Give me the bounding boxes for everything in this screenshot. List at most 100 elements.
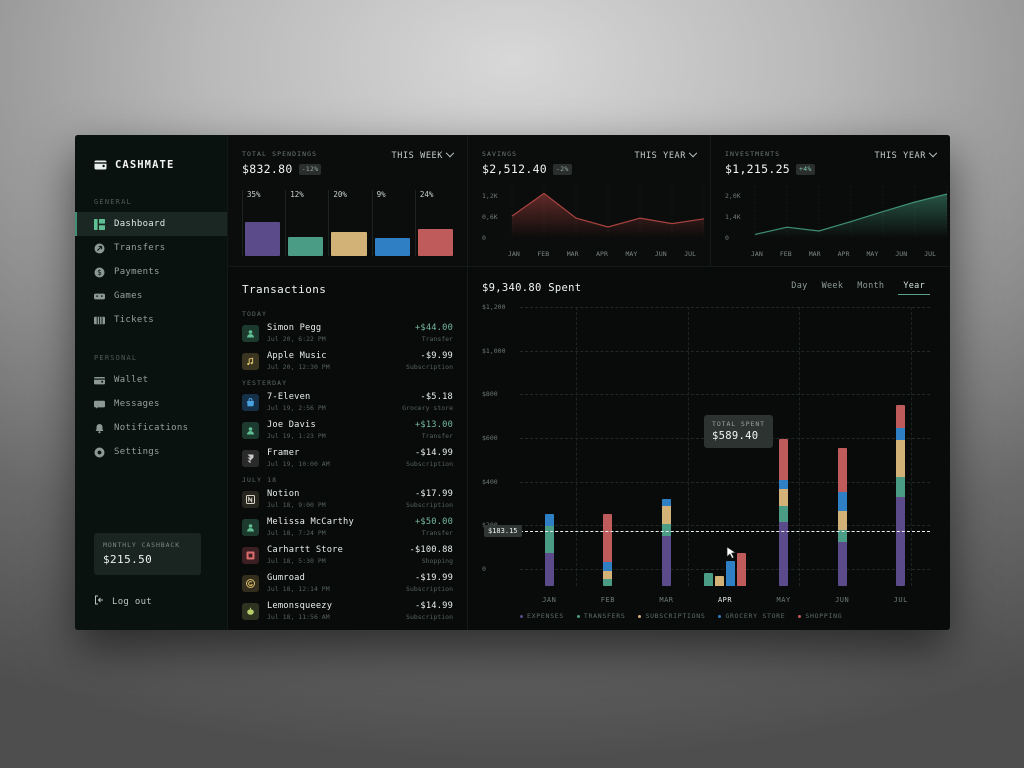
games-icon [94,291,105,302]
transactions-group-label: JULY 18 [242,476,278,484]
transaction-row[interactable]: Notion Jul 18, 9:00 PM -$17.99 Subscript… [242,489,453,509]
tab-day[interactable]: Day [791,281,807,295]
bar-group-jan[interactable] [520,307,579,586]
sidebar-nav-personal: Wallet Messages Notifications Settings [75,368,227,464]
transaction-date: Jul 18, 12:14 PM [267,585,330,593]
transaction-row[interactable]: Gumroad Jul 18, 12:14 PM -$19.99 Subscri… [242,573,453,593]
stacked-bar[interactable] [603,514,613,586]
transaction-row[interactable]: Lemonsqueezy Jul 18, 11:56 AM -$14.99 Su… [242,601,453,621]
spendings-bar [331,231,367,256]
bar-segment-transfers [544,525,554,553]
mini-y-tick: 0 [725,234,729,242]
sidebar-item-payments[interactable]: $ Payments [75,260,227,284]
brand: CASHMATE [75,135,227,174]
stacked-bar[interactable] [544,514,554,586]
sidebar-item-notifications[interactable]: Notifications [75,416,227,440]
investments-area-chart: 0 1,4K 2,0K JAN FEB MAR APR MAY JUN JUL [725,186,948,258]
investments-period-selector[interactable]: THIS YEAR [875,148,938,161]
savings-value: $2,512.40 [482,162,548,176]
transaction-row[interactable]: Simon Pegg Jul 20, 6:22 PM +$44.00 Trans… [242,323,453,343]
x-axis-tick: FEB [600,596,615,604]
bar-segment-grocery-store [603,562,613,572]
bar-group-mar[interactable] [637,307,696,586]
transaction-amount: -$14.99 [414,601,453,611]
transactions-list[interactable]: TODAY Simon Pegg Jul 20, 6:22 PM +$44.00… [228,302,467,630]
y-axis-tick: $1,000 [482,346,506,355]
dashboard-window: CASHMATE GENERAL Dashboard Transfers $ P… [75,135,950,630]
logout-button[interactable]: Log out [94,595,152,608]
mini-x-tick: JUL [684,250,696,258]
logout-icon [94,595,104,608]
sidebar-item-messages[interactable]: Messages [75,392,227,416]
bar-group-jul[interactable] [871,307,930,586]
sidebar-item-transfers[interactable]: Transfers [75,236,227,260]
bell-icon [94,423,105,434]
savings-card: SAVINGS $2,512.40 -2% THIS YEAR 0 0,6K 1,2… [468,135,711,266]
legend-label: EXPENSES [527,612,564,620]
chevron-down-icon [688,148,698,158]
cashback-label: MONTHLY CASHBACK [103,541,181,549]
music-icon [242,352,259,370]
sidebar-section-general: GENERAL [94,198,132,206]
transaction-row[interactable]: Apple Music Jul 20, 12:30 PM -$9.99 Subs… [242,351,453,371]
sidebar: CASHMATE GENERAL Dashboard Transfers $ P… [75,135,228,630]
transaction-category: Subscription [406,363,453,371]
bar-segment-shopping[interactable] [737,552,747,586]
sidebar-item-wallet[interactable]: Wallet [75,368,227,392]
spendings-bar-label: 12% [290,190,304,199]
transactions-group-label: TODAY [242,310,268,318]
chart-range-tabs[interactable]: Day Week Month Year [791,281,930,295]
mini-x-tick: JUL [924,250,936,258]
x-axis-tick: MAR [659,596,674,604]
y-axis-tick: $600 [482,434,498,442]
stacked-bar-chart[interactable]: 0 $200 $400 $600 $800 $1,000 $1,200 [482,303,930,604]
sidebar-item-dashboard[interactable]: Dashboard [75,212,227,236]
mini-x-tick: JAN [751,250,763,258]
tab-year[interactable]: Year [898,281,930,295]
y-axis-tick: 0 [482,565,486,573]
person-icon [242,324,259,342]
bar-segment-shopping [779,439,789,480]
bar-segment-transfers[interactable] [704,573,714,586]
savings-badge: -2% [553,163,572,175]
mini-y-tick: 1,4K [725,213,741,221]
bar-segment-grocery-store [896,428,906,441]
tab-month[interactable]: Month [857,281,884,295]
sidebar-item-games[interactable]: Games [75,284,227,308]
savings-period-selector[interactable]: THIS YEAR [634,148,698,161]
wallet-icon [94,375,105,386]
investments-badge: +4% [796,163,815,175]
average-line [520,530,930,532]
bar-group-jun[interactable] [813,307,872,586]
transaction-row[interactable]: 7-Eleven Jul 19, 2:56 PM -$5.18 Grocery … [242,392,453,412]
y-axis-tick: $400 [482,477,498,486]
tooltip-value: $589.40 [712,430,759,442]
transaction-category: Subscription [406,613,453,621]
bar-segment-grocery-store[interactable] [726,561,736,586]
spendings-period-selector[interactable]: THIS WEEK [392,148,455,161]
stacked-bar[interactable] [837,447,847,586]
spendings-badge: -12% [298,163,322,175]
tab-week[interactable]: Week [822,281,844,295]
savings-period-label: THIS YEAR [634,151,686,161]
stacked-bar[interactable] [896,405,906,586]
investments-card: INVESTMENTS $1,215.25 +4% THIS YEAR 0 1,4… [711,135,950,266]
spendings-value: $832.80 [242,162,293,176]
transaction-row[interactable]: Carhartt Store Jul 18, 5:30 PM -$100.88 … [242,545,453,565]
transaction-row[interactable]: Joe Davis Jul 19, 1:23 PM +$13.00 Transf… [242,420,453,440]
bar-segment-subscriptions[interactable] [715,575,725,586]
store-icon [242,546,259,564]
transaction-row[interactable]: Framer Jul 19, 10:00 AM -$14.99 Subscrip… [242,448,453,468]
legend-item: SHOPPING [798,612,842,620]
transaction-category: Shopping [421,557,453,565]
bar-group-feb[interactable] [579,307,638,586]
person-icon [242,421,259,439]
sidebar-item-tickets[interactable]: Tickets [75,308,227,332]
transaction-row[interactable]: Melissa McCarthy Jul 18, 7:24 PM +$50.00… [242,517,453,537]
stacked-bar[interactable] [779,439,789,586]
spendings-bar-label: 9% [376,190,386,199]
stacked-bar[interactable] [661,498,671,586]
sidebar-item-settings[interactable]: Settings [75,440,227,464]
transaction-date: Jul 19, 10:00 AM [267,460,330,468]
transaction-name: Framer [267,448,300,458]
